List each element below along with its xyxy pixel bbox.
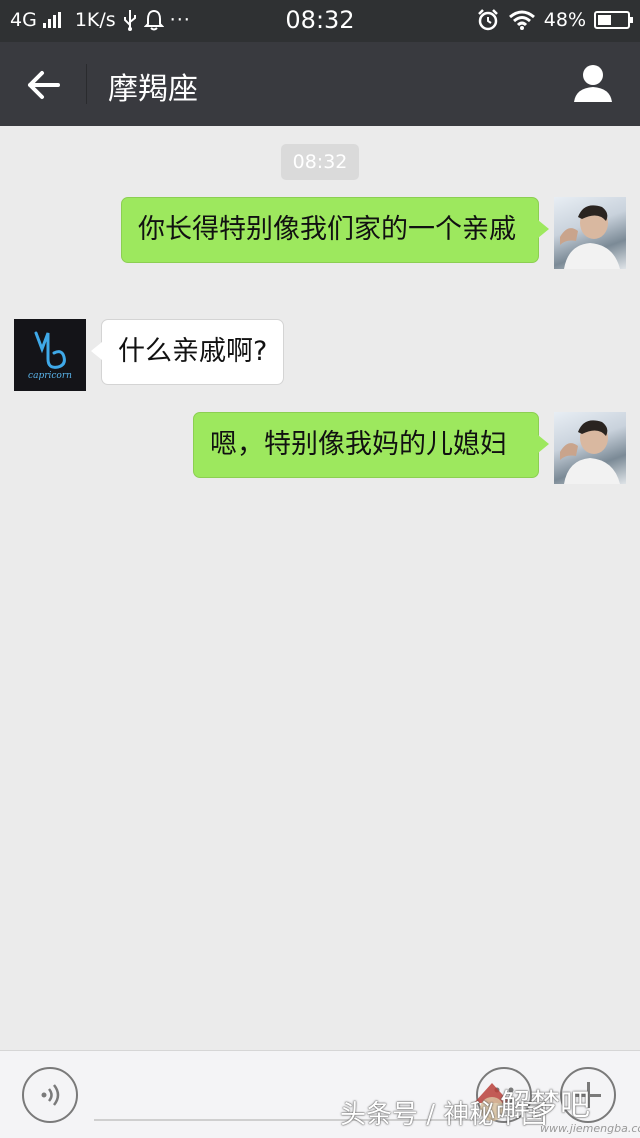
- watermark-brand: 解梦吧: [500, 1088, 590, 1123]
- message-timestamp: 08:32: [281, 144, 359, 180]
- arrow-left-icon: [28, 71, 60, 99]
- status-right: 48%: [476, 8, 633, 32]
- chat-title: 摩羯座: [108, 72, 198, 107]
- battery-icon: [594, 11, 633, 29]
- voice-icon: [41, 1084, 60, 1106]
- profile-button[interactable]: [572, 62, 614, 104]
- chat-area[interactable]: 08:32 你长得特别像我们家的一个亲戚 capricorn 什么亲戚啊? 嗯，…: [0, 126, 640, 1050]
- my-avatar[interactable]: [554, 197, 626, 269]
- nav-bar: 摩羯座: [0, 42, 640, 126]
- person-icon: [574, 65, 612, 102]
- message-outgoing-1[interactable]: 你长得特别像我们家的一个亲戚: [121, 197, 549, 263]
- message-incoming-1[interactable]: 什么亲戚啊?: [90, 319, 285, 385]
- voice-button[interactable]: [22, 1067, 78, 1123]
- nav-divider: [86, 64, 87, 104]
- watermark-url: www.jiemengba.com: [540, 1122, 640, 1135]
- my-avatar-photo-2: [560, 420, 620, 484]
- wifi-icon: [508, 10, 535, 30]
- battery-percent: 48%: [543, 9, 586, 31]
- alarm-icon: [477, 9, 498, 31]
- message-outgoing-2[interactable]: 嗯，特别像我妈的儿媳妇: [193, 412, 549, 478]
- capricorn-label: capricorn: [28, 371, 72, 381]
- back-button[interactable]: [20, 62, 66, 108]
- status-bar: 4G 1K/s ··· 08:32 48%: [0, 0, 640, 42]
- my-avatar-2[interactable]: [554, 412, 626, 484]
- my-avatar-photo: [560, 205, 620, 269]
- contact-avatar[interactable]: capricorn: [14, 319, 86, 391]
